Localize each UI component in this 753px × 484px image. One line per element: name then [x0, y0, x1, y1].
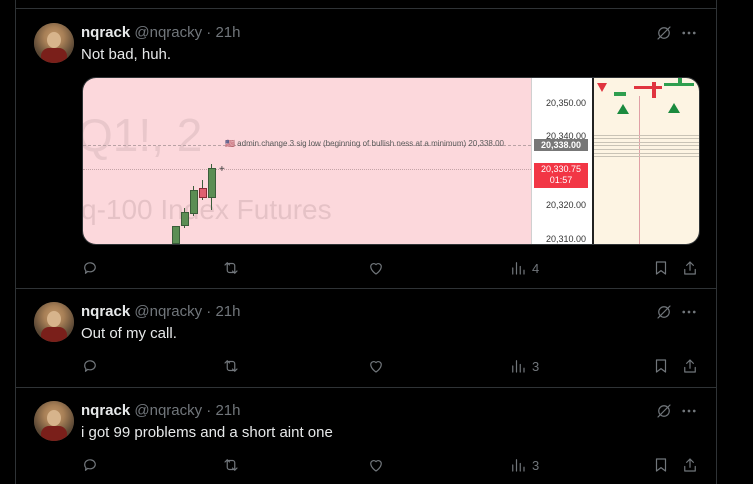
bookmark-button[interactable] [652, 258, 670, 278]
bookmark-icon [655, 261, 667, 275]
candle [208, 168, 216, 198]
tweet-text: i got 99 problems and a short aint one [81, 424, 333, 441]
timestamp[interactable]: 21h [215, 24, 240, 41]
price-label: 20,350.00 [545, 98, 586, 108]
reply-button[interactable] [81, 356, 99, 376]
tweet-actions: 3 [81, 455, 716, 475]
candle [181, 212, 189, 226]
more-icon[interactable] [680, 402, 698, 420]
reply-icon [84, 262, 96, 274]
timestamp[interactable]: 21h [215, 303, 240, 320]
user-handle[interactable]: @nqracky [134, 402, 202, 419]
bookmark-button[interactable] [652, 455, 670, 475]
reply-button[interactable] [81, 258, 99, 278]
tweet-header: nqrack @nqracky · 21h [81, 24, 241, 42]
display-name[interactable]: nqrack [81, 402, 130, 419]
reply-button[interactable] [81, 455, 99, 475]
chart-watermark-name: q-100 Index Futures [83, 194, 332, 225]
avatar[interactable] [34, 401, 74, 441]
separator-dot: · [206, 24, 212, 41]
share-icon [684, 359, 696, 373]
buy-signal [668, 103, 680, 113]
chart-watermark-symbol: Q1!, 2 [83, 109, 203, 161]
tweet[interactable]: nqrack @nqracky · 21h Out of my call. 3 [16, 289, 716, 388]
timeline: nqrack @nqracky · 21h Not bad, huh. Q1!,… [15, 0, 717, 484]
like-icon [370, 361, 382, 373]
retweet-icon [224, 262, 238, 274]
separator-dot: · [206, 402, 212, 419]
buy-signal [617, 104, 629, 114]
retweet-button[interactable] [222, 356, 240, 376]
tweet-text: Not bad, huh. [81, 46, 172, 63]
views-icon [512, 459, 525, 472]
current-price: 20,330.75 [540, 164, 582, 174]
retweet-button[interactable] [222, 258, 240, 278]
avatar[interactable] [34, 23, 74, 63]
grok-icon[interactable] [655, 24, 673, 42]
like-button[interactable] [367, 356, 385, 376]
bookmark-icon [655, 458, 667, 472]
bar-countdown: 01:57 [549, 175, 573, 185]
retweet-icon [224, 360, 238, 372]
sell-signal [597, 83, 607, 92]
tweet[interactable]: nqrack @nqracky · 21h Not bad, huh. Q1!,… [16, 9, 716, 289]
chart-annotation: 🇺🇸 admin change 3 sig low (beginning of … [225, 139, 505, 148]
candle [190, 190, 198, 214]
display-name[interactable]: nqrack [81, 303, 130, 320]
tweet[interactable]: nqrack @nqracky · 21h i got 99 problems … [16, 388, 716, 484]
price-axis: 20,350.00 20,340.00 20,338.00 20,330.75 … [531, 78, 592, 244]
views-count: 3 [532, 457, 540, 473]
like-button[interactable] [367, 258, 385, 278]
tweet-media-chart[interactable]: Q1!, 2 q-100 Index Futures 🇺🇸 admin chan… [82, 77, 700, 245]
timestamp[interactable]: 21h [215, 402, 240, 419]
like-button[interactable] [367, 455, 385, 475]
like-icon [370, 460, 382, 472]
price-chart: Q1!, 2 q-100 Index Futures 🇺🇸 admin chan… [83, 78, 531, 244]
tweet-actions: 3 [81, 356, 716, 376]
views-button[interactable]: 3 [509, 356, 539, 376]
separator-dot: · [206, 303, 212, 320]
views-button[interactable]: 3 [509, 455, 539, 475]
bookmark-button[interactable] [652, 356, 670, 376]
more-icon[interactable] [680, 303, 698, 321]
views-count: 4 [532, 260, 540, 276]
views-icon [512, 360, 525, 373]
current-price-tag: 20,330.75 01:57 [534, 163, 588, 188]
reply-icon [84, 459, 96, 471]
share-icon [684, 458, 696, 472]
tweet-text: Out of my call. [81, 325, 177, 342]
candle [172, 226, 180, 244]
tweet-header: nqrack @nqracky · 21h [81, 402, 241, 420]
grok-icon[interactable] [655, 303, 673, 321]
user-handle[interactable]: @nqracky [134, 24, 202, 41]
level-price-tag: 20,338.00 [534, 139, 588, 151]
views-count: 3 [532, 358, 540, 374]
current-price-line [83, 169, 531, 170]
avatar[interactable] [34, 302, 74, 342]
display-name[interactable]: nqrack [81, 24, 130, 41]
share-icon [684, 261, 696, 275]
grok-icon[interactable] [655, 402, 673, 420]
views-button[interactable]: 4 [509, 258, 539, 278]
retweet-icon [224, 459, 238, 471]
crosshair-marker: + [219, 164, 225, 175]
share-button[interactable] [681, 455, 699, 475]
share-button[interactable] [681, 258, 699, 278]
tweet-actions: 4 [81, 258, 716, 278]
like-icon [370, 263, 382, 275]
secondary-chart [592, 78, 699, 244]
price-label: 20,320.00 [545, 200, 586, 210]
share-button[interactable] [681, 356, 699, 376]
price-label: 20,310.00 [545, 234, 586, 244]
bookmark-icon [655, 359, 667, 373]
retweet-button[interactable] [222, 455, 240, 475]
reply-icon [84, 360, 96, 372]
tweet-header: nqrack @nqracky · 21h [81, 303, 241, 321]
user-handle[interactable]: @nqracky [134, 303, 202, 320]
more-icon[interactable] [680, 24, 698, 42]
views-icon [512, 262, 525, 275]
candle [199, 188, 207, 198]
